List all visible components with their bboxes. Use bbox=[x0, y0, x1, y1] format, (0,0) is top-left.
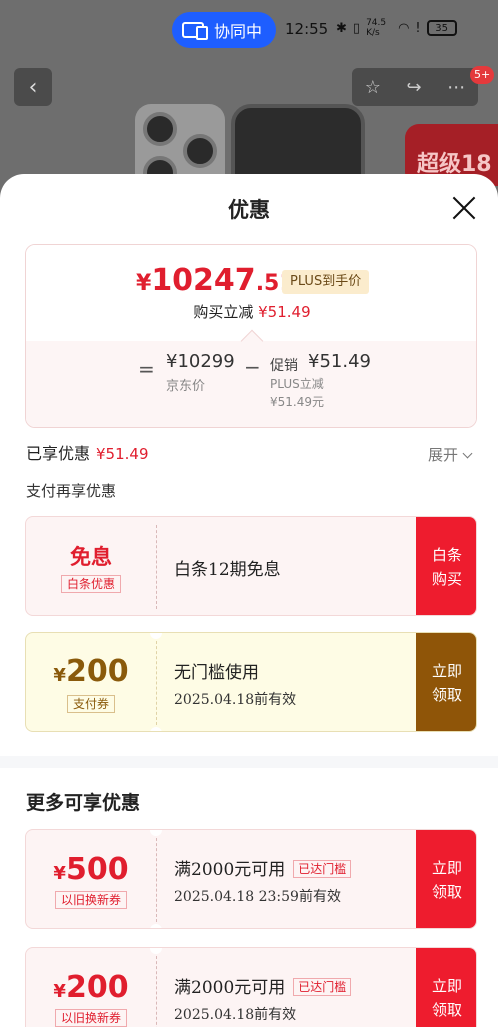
equals-sign: = bbox=[138, 357, 155, 381]
coupon-amount: ¥500 bbox=[53, 852, 128, 887]
minus-sign: − bbox=[244, 355, 261, 379]
camera-lens bbox=[143, 112, 177, 146]
price-summary-card: ¥10247.51 PLUS到手价 购买立减 ¥51.49 = ¥10299 京… bbox=[25, 244, 477, 428]
collab-pill[interactable]: 协同中 bbox=[172, 12, 276, 48]
coupon-title: 满2000元可用 已达门槛 bbox=[174, 973, 352, 998]
status-bar: 协同中 12:55 ✱ ▯ 74.5 K/s ◠ ! 35 bbox=[0, 0, 498, 60]
enjoyed-discount: 已享优惠 ¥51.49 bbox=[26, 440, 149, 464]
coupon-date: 2025.04.18前有效 bbox=[174, 691, 297, 708]
currency-symbol: ¥ bbox=[53, 862, 66, 884]
vibrate-icon: ▯ bbox=[352, 20, 361, 36]
plus-discount-value: ¥51.49元 bbox=[270, 395, 324, 409]
enjoyed-label: 已享优惠 bbox=[26, 444, 91, 463]
multi-screen-icon bbox=[182, 22, 208, 40]
coupon-tag: 以旧换新券 bbox=[54, 1008, 127, 1027]
coupon-left: ¥200 以旧换新券 bbox=[26, 948, 156, 1027]
coupon-info: 无门槛使用 2025.04.18前有效 bbox=[174, 633, 297, 731]
coupon-tag: 白条优惠 bbox=[60, 575, 121, 593]
more-icon[interactable]: ⋯ bbox=[447, 77, 465, 98]
currency-symbol: ¥ bbox=[53, 664, 66, 686]
claim-button[interactable]: 立即 领取 bbox=[416, 633, 476, 731]
currency-symbol: ¥ bbox=[53, 980, 66, 1002]
more-section-title: 更多可享优惠 bbox=[26, 792, 141, 814]
coupon-condition: 满2000元可用 bbox=[174, 977, 286, 998]
wifi-icon: ◠ bbox=[398, 20, 410, 36]
coupon-amount: ¥200 bbox=[53, 970, 128, 1005]
section-gap bbox=[0, 756, 498, 768]
coupon-headline: 免息 bbox=[70, 544, 112, 569]
threshold-reached-badge: 已达门槛 bbox=[293, 859, 352, 878]
chevron-left-icon: ‹ bbox=[28, 74, 38, 100]
coupon-left: 免息 白条优惠 bbox=[26, 517, 156, 615]
clock: 12:55 bbox=[285, 20, 329, 38]
coupon-info: 满2000元可用 已达门槛 2025.04.18 23:59前有效 bbox=[174, 830, 352, 928]
final-price-integer: 10247 bbox=[151, 263, 256, 298]
back-button[interactable]: ‹ bbox=[14, 68, 52, 106]
coupon-condition: 满2000元可用 bbox=[174, 859, 286, 880]
bluetooth-icon: ✱ bbox=[336, 20, 347, 36]
coupon-value: 200 bbox=[65, 653, 129, 689]
chevron-down-icon bbox=[462, 448, 473, 459]
coupon-tag: 以旧换新券 bbox=[54, 890, 127, 909]
coupon-amount: ¥200 bbox=[53, 654, 128, 689]
coupon-divider bbox=[156, 525, 157, 609]
plus-discount-label: PLUS立减 bbox=[270, 377, 324, 391]
coupon-info: 满2000元可用 已达门槛 2025.04.18前有效 bbox=[174, 948, 352, 1027]
coupon-date: 2025.04.18 23:59前有效 bbox=[174, 888, 341, 905]
expand-toggle[interactable]: 展开 bbox=[428, 444, 473, 465]
reduce-label: 购买立减 bbox=[193, 303, 254, 321]
reduce-line: 购买立减 ¥51.49 bbox=[26, 301, 476, 322]
jd-price: ¥10299 bbox=[166, 351, 235, 372]
currency-symbol: ¥ bbox=[136, 271, 152, 296]
coupon-title: 无门槛使用 bbox=[174, 662, 259, 683]
promo-amount: ¥51.49 bbox=[308, 351, 371, 372]
star-icon[interactable]: ☆ bbox=[365, 77, 381, 98]
coupon-value: 500 bbox=[65, 851, 129, 887]
discount-sheet: 优惠 ¥10247.51 PLUS到手价 购买立减 ¥51.49 = ¥1029… bbox=[0, 174, 498, 1027]
plus-price-tag: PLUS到手价 bbox=[282, 270, 370, 294]
coupon-left: ¥500 以旧换新券 bbox=[26, 830, 156, 928]
baitiao-coupon[interactable]: 免息 白条优惠 白条12期免息 白条 购买 bbox=[25, 516, 477, 616]
baitiao-buy-button[interactable]: 白条 购买 bbox=[416, 517, 476, 615]
coupon-left: ¥200 支付券 bbox=[26, 633, 156, 731]
trade-in-coupon[interactable]: ¥500 以旧换新券 满2000元可用 已达门槛 2025.04.18 23:59… bbox=[25, 829, 477, 929]
payment-section-title: 支付再享优惠 bbox=[26, 482, 117, 500]
coupon-date: 2025.04.18前有效 bbox=[174, 1006, 297, 1023]
payment-voucher-coupon[interactable]: ¥200 支付券 无门槛使用 2025.04.18前有效 立即 领取 bbox=[25, 632, 477, 732]
notification-badge: 5+ bbox=[470, 66, 495, 84]
jd-price-label: 京东价 bbox=[166, 379, 206, 394]
coupon-tag: 支付券 bbox=[66, 694, 115, 713]
battery-icon: 35 bbox=[426, 20, 457, 36]
enjoyed-amount: ¥51.49 bbox=[96, 445, 149, 463]
alert-icon: ! bbox=[415, 20, 421, 36]
claim-button[interactable]: 立即 领取 bbox=[416, 830, 476, 928]
coupon-info: 白条12期免息 bbox=[174, 517, 281, 615]
share-icon[interactable]: ↪ bbox=[407, 77, 422, 98]
system-icons: ✱ ▯ 74.5 K/s ◠ ! 35 bbox=[336, 18, 457, 38]
coupon-title: 满2000元可用 已达门槛 bbox=[174, 855, 352, 880]
coupon-value: 200 bbox=[65, 969, 129, 1005]
camera-lens bbox=[183, 134, 217, 168]
nav-action-group: ☆ ↪ ⋯ bbox=[352, 68, 478, 106]
promo-label: 促销 bbox=[270, 358, 298, 374]
expand-label: 展开 bbox=[428, 446, 459, 464]
coupon-divider bbox=[156, 641, 157, 725]
claim-button[interactable]: 立即 领取 bbox=[416, 948, 476, 1027]
coupon-divider bbox=[156, 838, 157, 922]
sheet-title: 优惠 bbox=[228, 197, 270, 222]
coupon-divider bbox=[156, 956, 157, 1027]
final-price: ¥10247.51 bbox=[136, 263, 295, 298]
trade-in-coupon[interactable]: ¥200 以旧换新券 满2000元可用 已达门槛 2025.04.18前有效 立即… bbox=[25, 947, 477, 1027]
close-icon[interactable] bbox=[452, 196, 476, 220]
collab-label: 协同中 bbox=[214, 22, 263, 41]
reduce-amount: ¥51.49 bbox=[258, 303, 311, 321]
net-speed: 74.5 K/s bbox=[366, 18, 387, 38]
threshold-reached-badge: 已达门槛 bbox=[293, 977, 352, 996]
coupon-title: 白条12期免息 bbox=[174, 559, 281, 580]
